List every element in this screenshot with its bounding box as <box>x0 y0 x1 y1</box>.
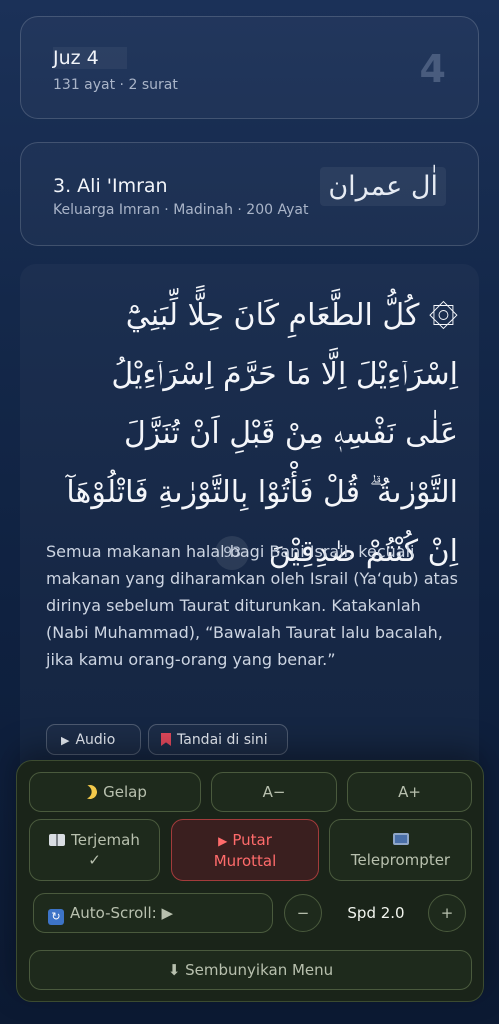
auto-scroll-button[interactable]: ↻ Auto-Scroll: ▶ <box>33 893 273 933</box>
dark-mode-label: Gelap <box>103 783 147 801</box>
translation-label: Terjemah <box>71 831 140 849</box>
ayah-arabic-text: ۞ كُلُّ الطَّعَامِ كَانَ حِلًّا لِّبَنِي… <box>50 286 458 581</box>
ayah-translation: Semua makanan halal bagi Bani Israil, ke… <box>46 542 458 669</box>
speed-decrease-button[interactable]: − <box>284 894 322 932</box>
dark-mode-button[interactable]: Gelap <box>29 772 201 812</box>
juz-card[interactable]: Juz 4 131 ayat · 2 surat 4 <box>20 16 479 119</box>
audio-label: Audio <box>75 732 116 748</box>
ayah-arabic: ۞ كُلُّ الطَّعَامِ كَانَ حِلًّا لِّبَنِي… <box>66 298 458 569</box>
translation-toggle-button[interactable]: Terjemah ✓ <box>29 819 160 881</box>
ayah-card: ۞ كُلُّ الطَّعَامِ كَانَ حِلًّا لِّبَنِي… <box>20 264 479 784</box>
audio-button[interactable]: ▶ Audio <box>46 724 141 755</box>
tv-icon <box>392 833 409 845</box>
play-icon: ▶ <box>218 834 228 848</box>
font-decrease-button[interactable]: A− <box>211 772 337 812</box>
auto-scroll-label: Auto-Scroll: ▶ <box>70 904 173 922</box>
control-panel: Gelap A− A+ Terjemah ✓ ▶ Putar Murottal T… <box>16 760 484 1002</box>
teleprompter-label: Teleprompter <box>350 851 451 869</box>
juz-title: Juz 4 <box>53 47 127 69</box>
murottal-label-line2: Murottal <box>213 852 277 870</box>
hide-menu-button[interactable]: ⬇ Sembunyikan Menu <box>29 950 472 990</box>
murottal-label-line1: Putar <box>232 831 272 849</box>
surah-card[interactable]: 3. Ali 'Imran Keluarga Imran · Madinah ·… <box>20 142 479 246</box>
surah-title: 3. Ali 'Imran <box>53 175 168 197</box>
surah-subtitle: Keluarga Imran · Madinah · 200 Ayat <box>53 202 309 218</box>
teleprompter-button[interactable]: Teleprompter <box>329 819 472 881</box>
bookmark-button[interactable]: Tandai di sini <box>148 724 288 755</box>
moon-icon <box>81 783 99 801</box>
play-murottal-button[interactable]: ▶ Putar Murottal <box>171 819 319 881</box>
check-icon: ✓ <box>88 851 101 869</box>
bookmark-label: Tandai di sini <box>177 732 268 748</box>
book-icon <box>49 834 66 846</box>
surah-arabic-name: اٰل عمران <box>320 167 446 206</box>
juz-number: 4 <box>419 47 446 91</box>
juz-subtitle: 131 ayat · 2 surat <box>53 77 178 93</box>
speed-increase-button[interactable]: + <box>428 894 466 932</box>
font-increase-button[interactable]: A+ <box>347 772 472 812</box>
bookmark-icon <box>161 733 171 746</box>
refresh-icon: ↻ <box>48 909 64 925</box>
speed-value: Spd 2.0 <box>347 904 405 922</box>
play-icon: ▶ <box>61 734 70 747</box>
